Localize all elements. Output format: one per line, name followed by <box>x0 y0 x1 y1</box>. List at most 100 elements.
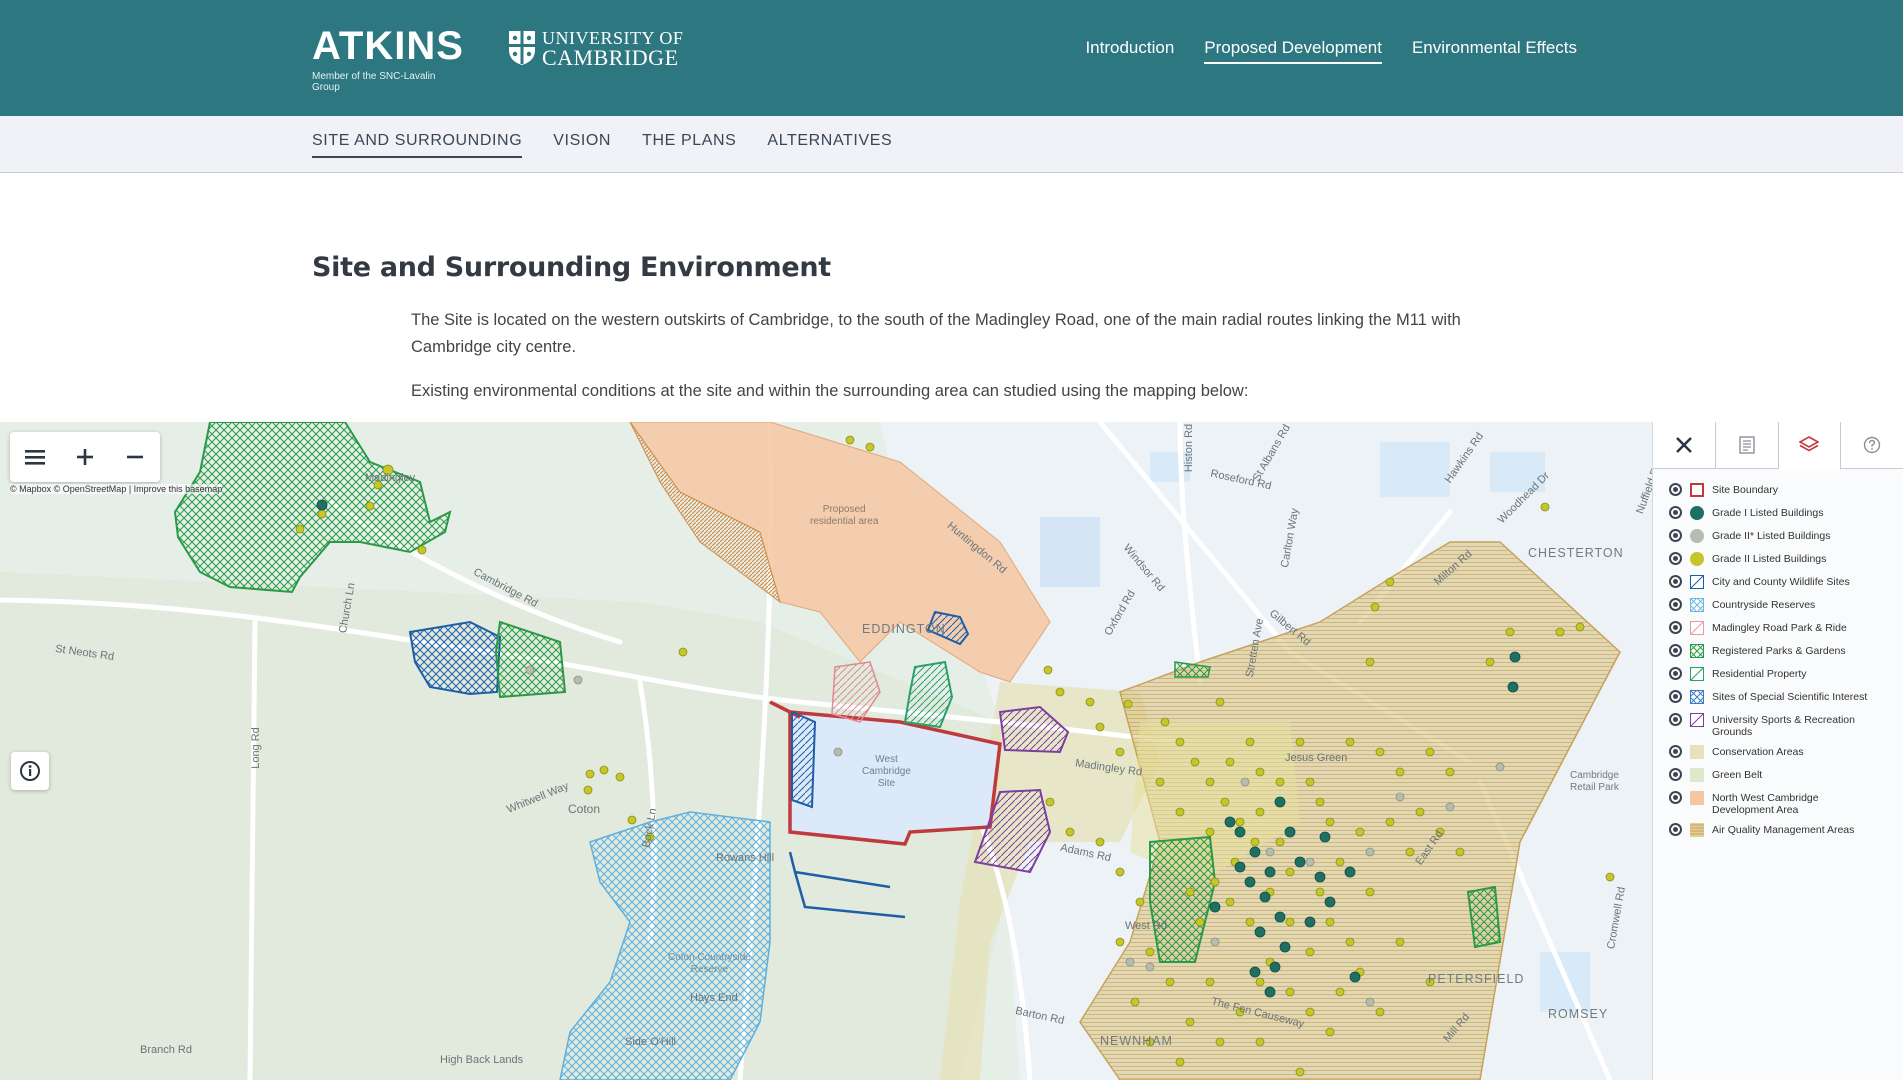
legend-label: Air Quality Management Areas <box>1712 824 1855 836</box>
dot-swatch-icon <box>1690 529 1704 543</box>
main-nav: Introduction Proposed Development Enviro… <box>1085 38 1577 64</box>
legend-item-grade-i[interactable]: Grade I Listed Buildings <box>1669 506 1903 529</box>
layer-toggle-radio[interactable] <box>1669 483 1682 496</box>
legend-label: Green Belt <box>1712 769 1763 781</box>
legend-label: Residential Property <box>1712 668 1807 680</box>
intro-paragraph: The Site is located on the western outsk… <box>411 311 1461 356</box>
legend-item-wildlife-sites[interactable]: City and County Wildlife Sites <box>1669 575 1903 598</box>
crosshatch-swatch-icon <box>1690 598 1704 612</box>
site-header: ATKINS Member of the SNC-Lavalin Group U… <box>0 0 1903 116</box>
legend-label: Grade II* Listed Buildings <box>1712 530 1831 542</box>
layer-toggle-radio[interactable] <box>1669 552 1682 565</box>
layer-toggle-radio[interactable] <box>1669 575 1682 588</box>
layer-toggle-radio[interactable] <box>1669 690 1682 703</box>
hamburger-icon <box>25 450 45 465</box>
map-label-hays-end: Hays End <box>690 992 738 1004</box>
map-attribution[interactable]: © Mapbox © OpenStreetMap | Improve this … <box>10 484 223 494</box>
layer-toggle-radio[interactable] <box>1669 823 1682 836</box>
zoom-out-button[interactable] <box>119 441 151 473</box>
layer-toggle-radio[interactable] <box>1669 745 1682 758</box>
map-toolbar <box>10 432 160 482</box>
hatch-swatch-icon <box>1690 713 1704 727</box>
dot-swatch-icon <box>1690 506 1704 520</box>
hatch-swatch-icon <box>1690 667 1704 681</box>
tab-alternatives[interactable]: ALTERNATIVES <box>767 132 892 158</box>
tab-help[interactable] <box>1841 422 1903 468</box>
map-label-coton-reserve: Coton Countryside Reserve <box>668 952 751 975</box>
legend-label: Countryside Reserves <box>1712 599 1816 611</box>
stripes-swatch-icon <box>1690 823 1704 837</box>
fill-swatch-icon <box>1690 745 1704 759</box>
layer-toggle-radio[interactable] <box>1669 644 1682 657</box>
layer-toggle-radio[interactable] <box>1669 598 1682 611</box>
minus-icon <box>127 455 143 459</box>
legend-item-conservation-areas[interactable]: Conservation Areas <box>1669 745 1903 768</box>
map-info-button[interactable] <box>11 752 49 790</box>
layer-toggle-radio[interactable] <box>1669 768 1682 781</box>
legend-label: University Sports & Recreation Grounds <box>1712 714 1855 738</box>
legend-item-countryside-reserves[interactable]: Countryside Reserves <box>1669 598 1903 621</box>
layers-icon <box>1799 436 1820 452</box>
legend-item-university-sports[interactable]: University Sports & Recreation Grounds <box>1669 713 1903 745</box>
page-title: Site and Surrounding Environment <box>312 252 831 283</box>
nav-introduction[interactable]: Introduction <box>1085 38 1174 64</box>
map-label-side-ohill: Side O'Hill <box>625 1036 677 1048</box>
legend-item-green-belt[interactable]: Green Belt <box>1669 768 1903 791</box>
menu-button[interactable] <box>19 441 51 473</box>
legend-label: Site Boundary <box>1712 484 1778 496</box>
info-icon <box>20 761 40 781</box>
map-label-rowans-hill: Rowans Hill <box>716 852 775 864</box>
map-label-romsey: ROMSEY <box>1548 1007 1609 1021</box>
map-label-histon-rd: Histon Rd <box>1183 423 1196 473</box>
map-label-proposed-residential: Proposed residential area <box>810 504 879 527</box>
legend-item-nw-cambridge[interactable]: North West Cambridge Development Area <box>1669 791 1903 823</box>
dot-swatch-icon <box>1690 552 1704 566</box>
layer-toggle-radio[interactable] <box>1669 713 1682 726</box>
crest-icon <box>509 31 535 65</box>
map-view[interactable]: Madingley CHESTERTON EDDINGTON Coton Wes… <box>0 422 1652 1080</box>
brand-name: ATKINS <box>312 24 464 68</box>
map-label-west-cambridge: West Cambridge Site <box>862 754 911 789</box>
partner-line2: CAMBRIDGE <box>542 45 679 70</box>
legend-item-air-quality[interactable]: Air Quality Management Areas <box>1669 823 1903 846</box>
legend-item-grade-ii[interactable]: Grade II Listed Buildings <box>1669 552 1903 575</box>
layer-toggle-radio[interactable] <box>1669 667 1682 680</box>
tab-vision[interactable]: VISION <box>553 132 611 158</box>
legend-item-grade-ii-star[interactable]: Grade II* Listed Buildings <box>1669 529 1903 552</box>
legend-item-park-and-ride[interactable]: Madingley Road Park & Ride <box>1669 621 1903 644</box>
close-icon <box>1675 437 1692 453</box>
legend-label: Registered Parks & Gardens <box>1712 645 1846 657</box>
map-intro-paragraph: Existing environmental conditions at the… <box>411 382 1249 400</box>
help-icon <box>1863 436 1881 454</box>
atkins-logo[interactable]: ATKINS Member of the SNC-Lavalin Group <box>312 24 464 93</box>
legend-item-registered-parks[interactable]: Registered Parks & Gardens <box>1669 644 1903 667</box>
map-label-high-back-lands: High Back Lands <box>440 1054 524 1066</box>
tab-layers[interactable] <box>1778 422 1842 471</box>
fill-swatch-icon <box>1690 768 1704 782</box>
legend-item-site-boundary[interactable]: Site Boundary <box>1669 483 1903 506</box>
legend-item-residential[interactable]: Residential Property <box>1669 667 1903 690</box>
map-label-coton: Coton <box>568 802 601 816</box>
nav-environmental-effects[interactable]: Environmental Effects <box>1412 38 1577 64</box>
hatch-swatch-icon <box>1690 621 1704 635</box>
nav-proposed-development[interactable]: Proposed Development <box>1204 38 1382 64</box>
map-label-eddington: EDDINGTON <box>862 622 946 636</box>
panel-tabs <box>1653 422 1903 471</box>
layer-toggle-radio[interactable] <box>1669 791 1682 804</box>
legend-label: Conservation Areas <box>1712 746 1804 758</box>
hatch-swatch-icon <box>1690 575 1704 589</box>
close-panel-button[interactable] <box>1653 422 1716 468</box>
layer-toggle-radio[interactable] <box>1669 506 1682 519</box>
university-logo[interactable]: UNIVERSITY OF CAMBRIDGE <box>508 28 683 70</box>
legend-item-sssi[interactable]: Sites of Special Scientific Interest <box>1669 690 1903 713</box>
tab-site-and-surrounding[interactable]: SITE AND SURROUNDING <box>312 132 523 158</box>
tab-the-plans[interactable]: THE PLANS <box>642 132 736 158</box>
layer-toggle-radio[interactable] <box>1669 621 1682 634</box>
zoom-in-button[interactable] <box>69 441 101 473</box>
layer-toggle-radio[interactable] <box>1669 529 1682 542</box>
legend-label: Grade I Listed Buildings <box>1712 507 1824 519</box>
tab-document[interactable] <box>1715 422 1779 468</box>
layers-panel: Site Boundary Grade I Listed Buildings G… <box>1652 422 1903 1080</box>
layer-legend: Site Boundary Grade I Listed Buildings G… <box>1653 469 1903 846</box>
legend-label: Grade II Listed Buildings <box>1712 553 1827 565</box>
